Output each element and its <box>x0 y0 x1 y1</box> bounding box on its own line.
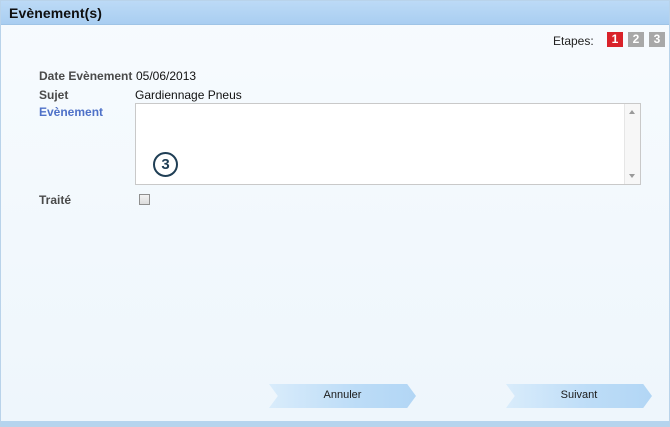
step-3-badge[interactable]: 3 <box>649 32 665 47</box>
scroll-up-arrow-icon[interactable] <box>629 110 635 114</box>
traite-checkbox[interactable] <box>139 194 150 205</box>
step-2-badge[interactable]: 2 <box>628 32 644 47</box>
traite-label: Traité <box>39 193 72 207</box>
dialog-bottom-border <box>1 421 669 426</box>
sujet-value: Gardiennage Pneus <box>135 88 242 102</box>
evenement-label: Evènement <box>39 105 104 119</box>
dialog-titlebar: Evènement(s) <box>1 1 669 25</box>
date-evenement-value: 05/06/2013 <box>136 69 197 83</box>
suivant-button[interactable]: Suivant <box>506 384 652 408</box>
step-number-annotation: 3 <box>153 152 178 177</box>
dialog-title: Evènement(s) <box>9 5 103 21</box>
annuler-button[interactable]: Annuler <box>269 384 416 408</box>
step-1-badge[interactable]: 1 <box>607 32 623 47</box>
date-evenement-label: Date Evènement <box>39 69 133 83</box>
evenement-dialog: Evènement(s) Etapes: 1 2 3 Date Evènemen… <box>0 0 670 427</box>
sujet-label: Sujet <box>39 88 69 102</box>
scroll-down-arrow-icon[interactable] <box>629 174 635 178</box>
evenement-textarea[interactable] <box>135 103 641 185</box>
textarea-scrollbar[interactable] <box>624 104 640 184</box>
steps-label: Etapes: <box>553 34 594 48</box>
